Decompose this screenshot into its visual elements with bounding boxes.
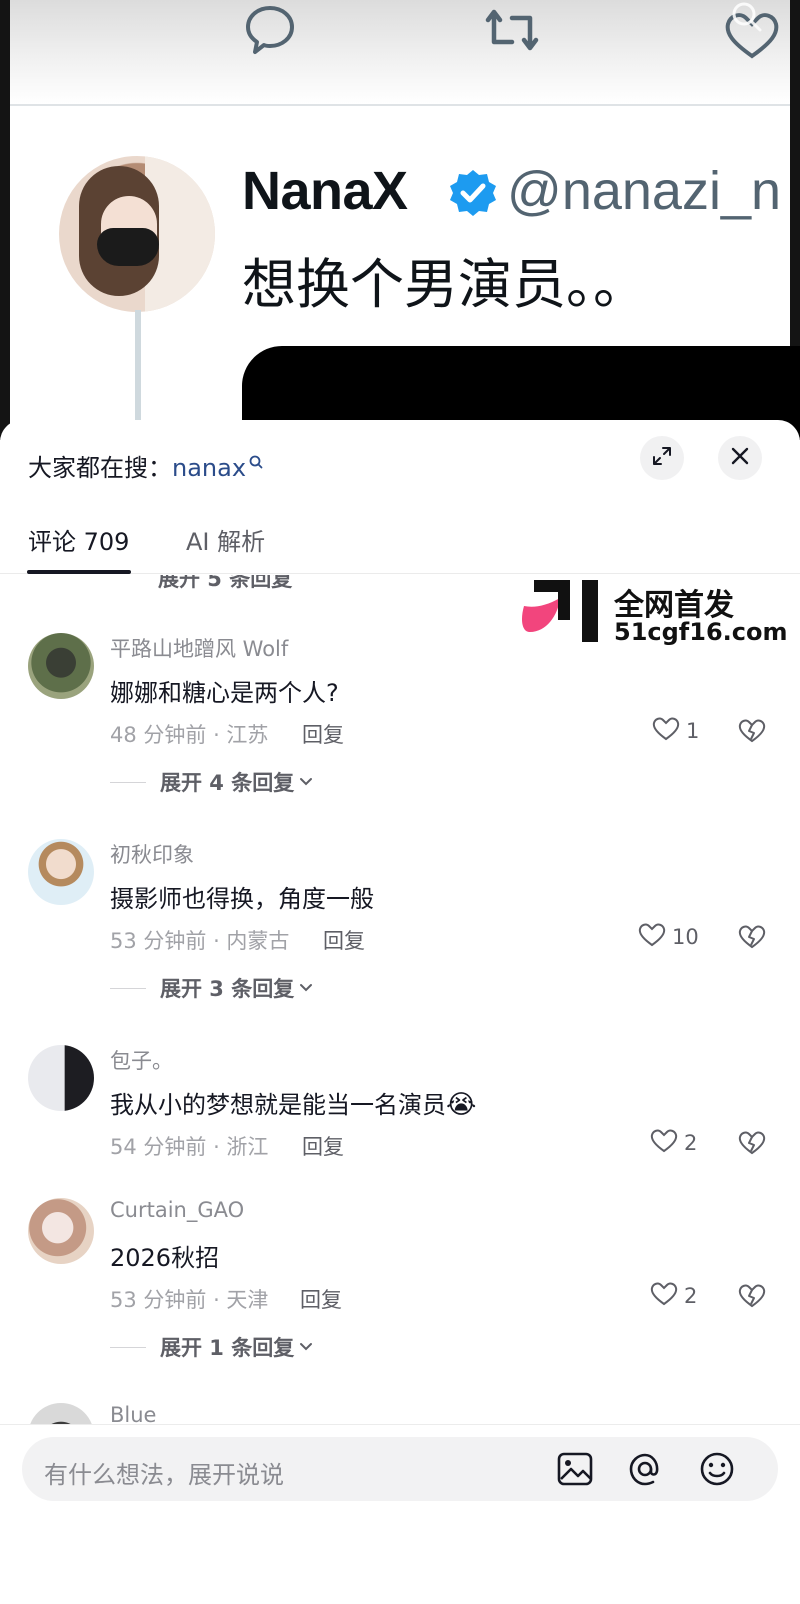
reply-button[interactable]: 回复 [323,925,365,955]
like-button[interactable]: 2 [650,1280,697,1311]
avatar[interactable] [28,633,94,699]
comment-username[interactable]: 包子。 [110,1045,173,1075]
divider [110,1346,146,1348]
avatar[interactable] [28,1045,94,1111]
chevron-down-icon [298,979,314,998]
dislike-button[interactable] [738,923,766,953]
comment-meta: 54 分钟前 · 浙江 [110,1135,269,1159]
comment-icon [242,2,298,62]
retweet-icon [480,2,544,62]
watermark: 全网首发 51cgf16.com [522,580,792,650]
reply-button[interactable]: 回复 [302,719,344,749]
comment-text: 我从小的梦想就是能当一名演员😭 [110,1085,476,1120]
expand-replies-button[interactable]: 展开 4 条回复 [110,767,314,797]
avatar[interactable] [28,1198,94,1264]
comment-meta: 53 分钟前 · 天津 [110,1288,269,1312]
comment-username[interactable]: Curtain_GAO [110,1198,244,1222]
comment-username[interactable]: 初秋印象 [110,839,194,869]
tweet-handle: @nanazi_n [507,161,782,221]
like-button[interactable]: 2 [650,1127,697,1158]
expand-replies-label: 展开 3 条回复 [160,977,295,1001]
image-icon[interactable] [556,1451,594,1491]
like-count: 2 [684,1283,698,1308]
expand-replies-label: 展开 1 条回复 [160,1336,295,1360]
divider [110,781,146,783]
like-button[interactable]: 10 [638,921,699,952]
comment-list[interactable]: 展开 5 条回复 平路山地蹭风 Wolf 娜娜和糖心是两个人? 48 分钟前 ·… [0,575,800,1445]
tweet-display-name: NanaX [242,161,408,221]
broken-heart-icon [738,1284,766,1312]
tab-ai-analysis[interactable]: AI 解析 [186,522,265,557]
comment-text: 2026秋招 [110,1244,220,1272]
comment-tabs: 评论 709 AI 解析 [0,508,800,574]
trending-search-hint[interactable]: 大家都在搜：nanax [28,448,264,483]
expand-icon [651,445,673,471]
comment-input-placeholder: 有什么想法，展开说说 [44,1461,284,1489]
dislike-button[interactable] [738,1282,766,1312]
heart-icon [652,715,680,746]
expand-replies-button[interactable]: 展开 1 条回复 [110,1332,314,1362]
close-button[interactable] [718,436,762,480]
heart-icon [650,1127,678,1158]
reply-button[interactable]: 回复 [302,1131,344,1161]
expand-replies-button[interactable]: 展开 5 条回复 [158,575,292,593]
expand-sheet-button[interactable] [640,436,684,480]
expand-replies-button[interactable]: 展开 3 条回复 [110,973,314,1003]
like-button[interactable]: 1 [652,715,699,746]
dislike-button[interactable] [738,1129,766,1159]
watermark-line-2: 51cgf16.com [614,618,788,646]
comment-text: 娜娜和糖心是两个人? [110,679,339,707]
comment-meta: 53 分钟前 · 内蒙古 [110,929,290,953]
tweet-action-bar [10,0,790,106]
comment-username[interactable]: 平路山地蹭风 Wolf [110,633,288,663]
watermark-logo-icon [522,580,602,646]
like-count: 1 [686,718,700,743]
chevron-down-icon [298,1338,314,1357]
comment-text: 摄影师也得换，角度一般 [110,885,374,913]
dislike-button[interactable] [738,717,766,747]
search-icon [248,448,264,476]
avatar[interactable] [28,839,94,905]
tweet-card: NanaX @nanazi_n 想换个男演员。。 [10,0,800,440]
video-player[interactable]: NanaX @nanazi_n 想换个男演员。。 [0,0,800,440]
tab-comments[interactable]: 评论 709 [28,522,129,557]
tweet-author-avatar [59,156,215,312]
search-icon[interactable] [728,0,768,40]
like-count: 2 [684,1130,698,1155]
heart-icon [650,1280,678,1311]
search-hint-label: 大家都在搜： [28,454,172,482]
broken-heart-icon [738,719,766,747]
heart-icon [638,921,666,952]
like-count: 10 [672,924,699,949]
crying-emoji: 😭 [446,1090,477,1120]
comment-meta: 48 分钟前 · 江苏 [110,723,269,747]
tweet-text: 想换个男演员。。 [242,253,647,316]
expand-replies-label: 展开 4 条回复 [160,771,295,795]
broken-heart-icon [738,925,766,953]
verified-badge-icon [448,168,498,222]
divider [110,987,146,989]
broken-heart-icon [738,1131,766,1159]
search-keyword[interactable]: nanax [172,454,246,482]
close-icon [729,445,751,471]
mention-icon[interactable] [626,1451,664,1491]
active-tab-indicator [27,570,131,574]
comment-input-bar: 有什么想法，展开说说 [0,1424,800,1604]
comment-input[interactable]: 有什么想法，展开说说 [22,1437,778,1501]
chevron-down-icon [298,773,314,792]
comment-text-body: 我从小的梦想就是能当一名演员 [110,1091,446,1119]
emoji-icon[interactable] [698,1451,736,1491]
reply-button[interactable]: 回复 [300,1284,342,1314]
